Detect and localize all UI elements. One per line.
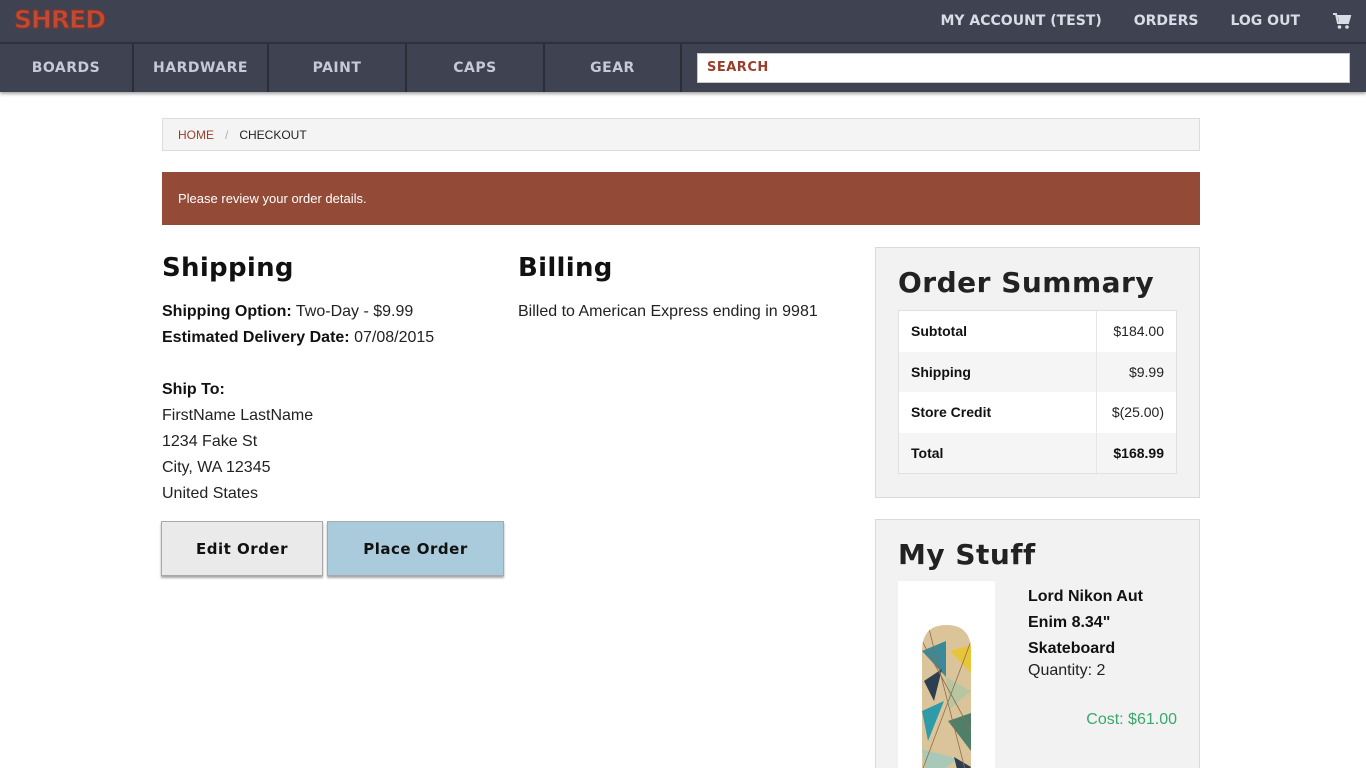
summary-row-subtotal: Subtotal $184.00	[899, 311, 1176, 352]
order-summary-heading: Order Summary	[898, 266, 1155, 299]
nav-hardware[interactable]: HARDWARE	[134, 44, 269, 92]
cart-icon[interactable]	[1332, 12, 1352, 30]
breadcrumb-current: CHECKOUT	[239, 127, 307, 142]
shred-logo[interactable]: SHRED	[13, 5, 106, 35]
shipping-option-value: Two-Day - $9.99	[295, 303, 414, 320]
billing-text: Billed to American Express ending in 998…	[518, 303, 818, 320]
item-quantity: Quantity: 2	[1028, 662, 1106, 679]
summary-row-store-credit: Store Credit $(25.00)	[899, 392, 1176, 433]
item-cost: Cost: $61.00	[1086, 711, 1177, 728]
shipping-heading: Shipping	[162, 253, 294, 283]
delivery-date-value: 07/08/2015	[354, 329, 435, 346]
review-alert: Please review your order details.	[162, 172, 1200, 225]
summary-label: Subtotal	[911, 323, 967, 340]
delivery-date: Estimated Delivery Date: 07/08/2015	[162, 329, 434, 347]
summary-value: $(25.00)	[1096, 392, 1176, 433]
my-stuff-heading: My Stuff	[898, 538, 1036, 571]
nav-paint[interactable]: PAINT	[269, 44, 407, 92]
billing-heading: Billing	[518, 253, 613, 283]
log-out-link[interactable]: LOG OUT	[1230, 13, 1300, 29]
top-bar: SHRED MY ACCOUNT (TEST) ORDERS LOG OUT	[0, 0, 1366, 42]
breadcrumb-separator: /	[225, 127, 229, 142]
shipping-option-label: Shipping Option:	[162, 303, 292, 320]
skateboard-image[interactable]	[898, 581, 995, 768]
category-nav: BOARDS HARDWARE PAINT CAPS GEAR SEARCH	[0, 42, 1366, 92]
edit-order-button[interactable]: Edit Order	[161, 521, 323, 576]
summary-value: $184.00	[1096, 311, 1176, 352]
orders-link[interactable]: ORDERS	[1134, 13, 1199, 29]
my-stuff-panel: My Stuff Lord Nikon Aut Enim 8.34" Skate…	[875, 519, 1200, 768]
nav-gear[interactable]: GEAR	[545, 44, 682, 92]
address-country: United States	[162, 485, 259, 502]
breadcrumb-home-link[interactable]: HOME	[178, 128, 214, 142]
breadcrumb: HOME / CHECKOUT	[162, 118, 1200, 151]
summary-value: $168.99	[1096, 432, 1176, 473]
address-name: FirstName LastName	[162, 407, 314, 424]
delivery-date-label: Estimated Delivery Date:	[162, 329, 350, 346]
summary-label: Shipping	[911, 363, 971, 380]
summary-row-total: Total $168.99	[899, 432, 1176, 473]
account-links: MY ACCOUNT (TEST) ORDERS LOG OUT	[940, 0, 1366, 42]
order-summary-panel: Order Summary Subtotal $184.00 Shipping …	[875, 247, 1200, 498]
address-street: 1234 Fake St	[162, 433, 258, 450]
nav-boards[interactable]: BOARDS	[0, 44, 134, 92]
shipping-option: Shipping Option: Two-Day - $9.99	[162, 303, 413, 321]
summary-value: $9.99	[1096, 351, 1176, 392]
summary-row-shipping: Shipping $9.99	[899, 351, 1176, 392]
my-account-link[interactable]: MY ACCOUNT (TEST)	[940, 13, 1101, 29]
item-name[interactable]: Lord Nikon Aut Enim 8.34" Skateboard	[1028, 584, 1178, 662]
summary-label: Total	[911, 444, 944, 461]
search-input[interactable]: SEARCH	[697, 53, 1350, 83]
place-order-button[interactable]: Place Order	[327, 521, 504, 576]
skateboard-graphic	[922, 625, 971, 768]
summary-label: Store Credit	[911, 404, 992, 421]
nav-caps[interactable]: CAPS	[407, 44, 545, 92]
address-city: City, WA 12345	[162, 459, 271, 476]
ship-to-label: Ship To:	[162, 381, 225, 398]
order-summary-table: Subtotal $184.00 Shipping $9.99 Store Cr…	[898, 310, 1177, 474]
